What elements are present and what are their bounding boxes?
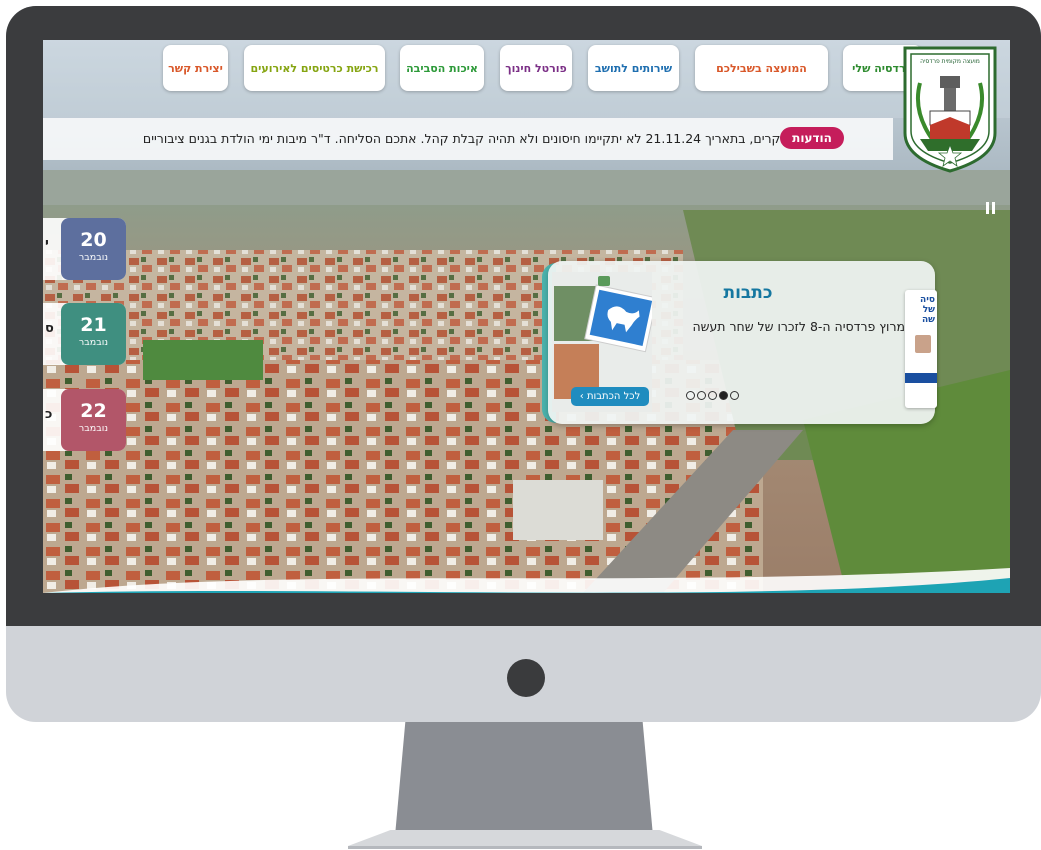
event-card-20[interactable]: י 20 נובמבר <box>43 218 126 280</box>
date-day: 21 <box>80 314 107 336</box>
all-articles-link[interactable]: לכל הכתבות › <box>571 387 649 406</box>
event-title-fragment: י <box>45 236 49 251</box>
nav-council-for-you[interactable]: המועצה בשבילכם <box>695 45 828 91</box>
nav-education-portal[interactable]: פורטל חינוך <box>500 45 572 91</box>
slider-dot[interactable] <box>708 391 717 400</box>
slider-dot[interactable] <box>730 391 739 400</box>
date-month: נובמבר <box>78 252 109 263</box>
date-month: נובמבר <box>78 337 109 348</box>
monitor-logo-dot <box>507 659 545 697</box>
date-badge: 22 נובמבר <box>61 389 126 451</box>
ticker-text: תושבים יקרים, בתאריך 21.11.24 לא יתקיימו… <box>43 118 826 160</box>
next-slide-peek[interactable]: סיה של שה <box>905 290 937 408</box>
nav-environment[interactable]: איכות הסביבה <box>400 45 484 91</box>
ticker-message: תושבים יקרים, בתאריך 21.11.24 לא יתקיימו… <box>307 131 826 146</box>
slider-dot[interactable] <box>686 391 695 400</box>
card-title: כתבות <box>723 283 773 303</box>
badge-label: הודעות <box>792 131 832 145</box>
ticker-message-2: מיבות ימי הולדת בגנים ציבוריים <box>142 131 308 146</box>
date-day: 22 <box>80 400 107 422</box>
peek-photo <box>915 335 931 353</box>
peek-text: סיה של שה <box>920 295 935 325</box>
nav-label: המועצה בשבילכם <box>716 61 807 75</box>
monitor-stand-shadow <box>348 846 702 849</box>
announcements-badge[interactable]: הודעות <box>780 127 844 149</box>
news-ticker: תושבים יקרים, בתאריך 21.11.24 לא יתקיימו… <box>43 118 893 160</box>
card-headline[interactable]: מרוץ פרדסיה ה-8 לזכרו של שחר תעשה <box>683 319 905 334</box>
monitor-stand-base <box>348 830 702 846</box>
council-logo[interactable]: מועצה מקומית פרדסיה <box>900 43 1000 173</box>
monitor-stand-neck <box>395 722 653 836</box>
slider-dot[interactable] <box>697 391 706 400</box>
link-label: לכל הכתבות › <box>579 391 641 402</box>
date-badge: 20 נובמבר <box>61 218 126 280</box>
nav-contact[interactable]: יצירת קשר <box>163 45 228 91</box>
nav-label: יצירת קשר <box>168 61 223 75</box>
nav-event-tickets[interactable]: רכישת כרטיסים לאירועים <box>244 45 385 91</box>
event-card-21[interactable]: ס 21 נובמבר <box>43 303 126 365</box>
date-badge: 21 נובמבר <box>61 303 126 365</box>
nav-label: רכישת כרטיסים לאירועים <box>250 61 379 75</box>
date-month: נובמבר <box>78 423 109 434</box>
logo-text: מועצה מקומית פרדסיה <box>920 58 980 65</box>
nav-label: פורטל חינוך <box>505 61 567 75</box>
event-card-22[interactable]: כ 22 נובמבר <box>43 389 126 451</box>
event-title-fragment: כ <box>45 407 53 422</box>
date-day: 20 <box>80 229 107 251</box>
pause-icon[interactable] <box>986 202 996 214</box>
nav-label: שירותים לתושב <box>594 61 673 75</box>
bottom-wave <box>43 568 1010 593</box>
nav-label: איכות הסביבה <box>406 61 478 75</box>
peek-bar <box>905 373 937 383</box>
event-title-fragment: ס <box>45 321 54 336</box>
website-screen: פרדסיה שלי המועצה בשבילכם שירותים לתושב … <box>43 40 1010 593</box>
slider-dot-active[interactable] <box>719 391 728 400</box>
nav-resident-services[interactable]: שירותים לתושב <box>588 45 679 91</box>
